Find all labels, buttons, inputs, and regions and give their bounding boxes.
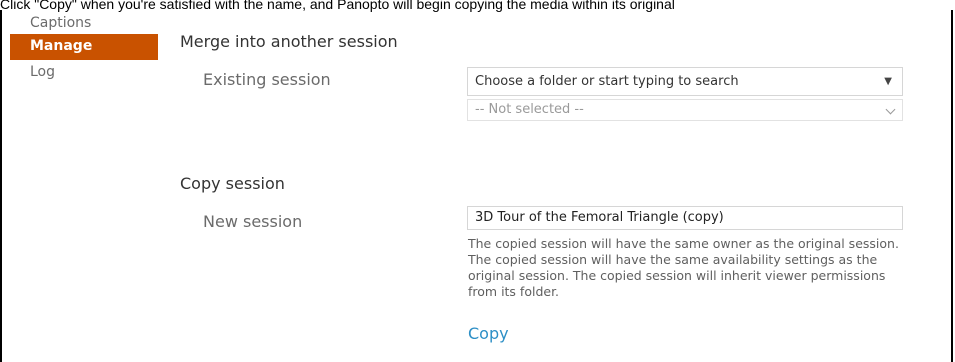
new-session-name-input[interactable]: 3D Tour of the Femoral Triangle (copy) [467,206,903,230]
existing-session-select[interactable]: -- Not selected -- [467,99,903,121]
manage-panel: Captions Manage Log Merge into another s… [0,10,953,362]
existing-session-value: -- Not selected -- [475,102,584,117]
copy-section-title: Copy session [180,174,285,193]
sidebar-item-manage[interactable]: Manage [10,34,158,60]
folder-search-dropdown[interactable]: Choose a folder or start typing to searc… [467,67,903,96]
sidebar-item-captions[interactable]: Captions [10,12,158,34]
copy-help-text: The copied session will have the same ow… [468,236,899,299]
new-session-name-value: 3D Tour of the Femoral Triangle (copy) [475,210,724,225]
caret-down-icon: ▼ [884,76,892,87]
merge-section-title: Merge into another session [180,32,398,51]
copy-button[interactable]: Copy [468,324,509,343]
new-session-label: New session [203,212,303,231]
folder-search-placeholder: Choose a folder or start typing to searc… [475,74,739,89]
sidebar: Captions Manage Log [10,10,158,86]
existing-session-label: Existing session [203,70,331,89]
sidebar-item-log[interactable]: Log [10,60,158,86]
chevron-down-icon [885,104,896,115]
